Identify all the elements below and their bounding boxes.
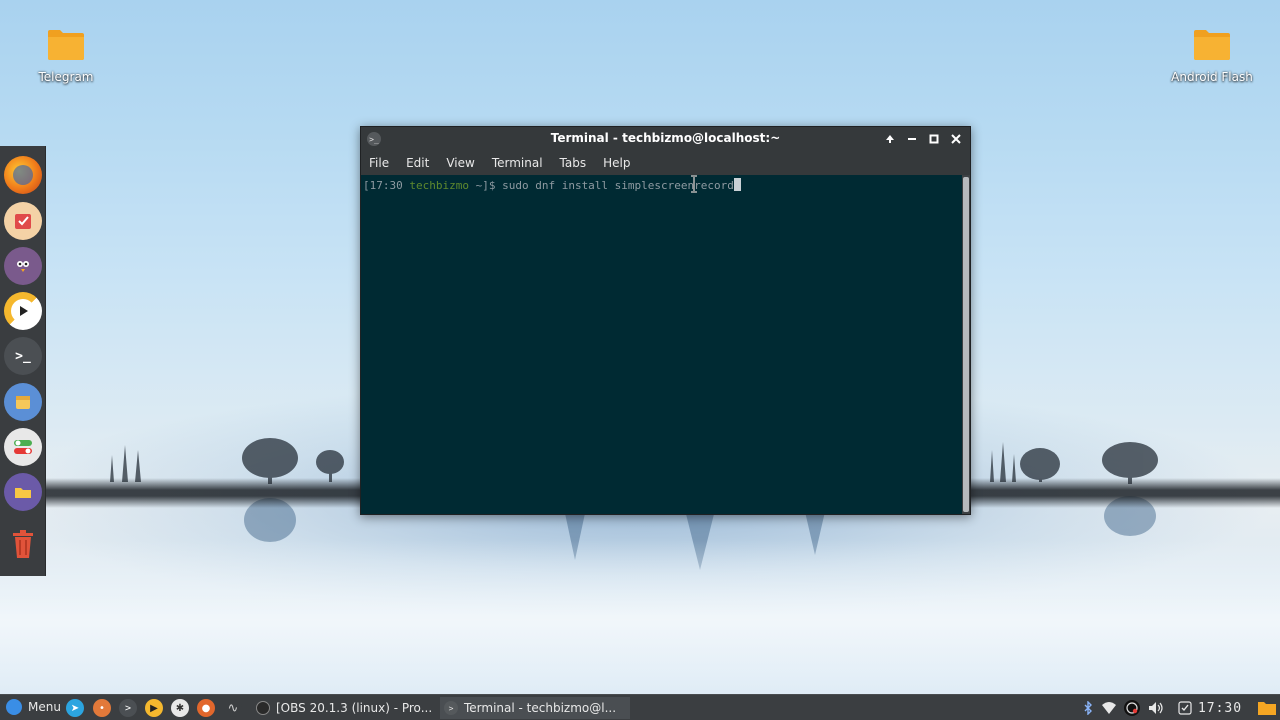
desktop-icon-android-flash[interactable]: Android Flash xyxy=(1162,28,1262,84)
obs-tray-icon[interactable] xyxy=(1124,700,1140,716)
typed-command: sudo dnf install simplescreenrecord xyxy=(502,179,734,192)
show-desktop-folder-icon[interactable] xyxy=(1256,700,1278,716)
prompt-user: techbizmo xyxy=(409,179,469,192)
desktop-icon-label: Telegram xyxy=(38,70,94,84)
terminal-output[interactable]: [17:30 techbizmo ~]$ sudo dnf install si… xyxy=(361,175,964,514)
volume-icon[interactable] xyxy=(1148,700,1164,716)
window-title: Terminal - techbizmo@localhost:~ xyxy=(550,131,781,145)
package-icon xyxy=(16,396,30,409)
updates-check-icon[interactable] xyxy=(1177,700,1193,716)
folder-icon xyxy=(48,30,84,60)
application-dock: >_ xyxy=(0,146,46,576)
task-label: [OBS 20.1.3 (linux) - Pro... xyxy=(276,701,433,715)
pidgin-launcher-icon[interactable]: • xyxy=(93,699,111,717)
close-icon[interactable] xyxy=(947,130,965,148)
menu-edit[interactable]: Edit xyxy=(406,156,429,170)
prompt-time: [17:30 xyxy=(363,179,410,192)
terminal-task-icon: > xyxy=(444,701,458,715)
menu-tabs[interactable]: Tabs xyxy=(560,156,587,170)
settings-toggle-icon xyxy=(14,440,32,454)
firefox-icon xyxy=(13,165,33,185)
wifi-icon[interactable] xyxy=(1101,700,1117,716)
dock-item-tasks[interactable] xyxy=(4,202,42,240)
firefox-launcher-icon[interactable]: ● xyxy=(197,699,215,717)
dock-item-trash[interactable] xyxy=(4,525,42,563)
dock-item-pidgin[interactable] xyxy=(4,247,42,285)
minimize-icon[interactable] xyxy=(903,130,921,148)
telegram-launcher-icon[interactable]: ➤ xyxy=(66,699,84,717)
menu-file[interactable]: File xyxy=(369,156,389,170)
file-manager-icon xyxy=(15,488,31,498)
prompt-path: ~]$ xyxy=(468,179,503,192)
prompt-line: [17:30 techbizmo ~]$ sudo dnf install si… xyxy=(363,178,962,192)
menu-help[interactable]: Help xyxy=(603,156,630,170)
trash-icon xyxy=(13,530,33,558)
ibeam-cursor-icon xyxy=(691,175,697,193)
pidgin-icon xyxy=(17,261,29,272)
desktop-icon-telegram[interactable]: Telegram xyxy=(16,28,116,84)
dock-item-firefox[interactable] xyxy=(4,156,42,194)
dock-item-settings[interactable] xyxy=(4,428,42,466)
menu-view[interactable]: View xyxy=(446,156,474,170)
terminal-launcher-icon[interactable]: > xyxy=(119,699,137,717)
menu-terminal[interactable]: Terminal xyxy=(492,156,543,170)
terminal-scrollbar[interactable] xyxy=(962,175,970,514)
folder-icon xyxy=(1194,30,1230,60)
dock-item-package[interactable] xyxy=(4,383,42,421)
menu-logo-icon xyxy=(6,699,22,715)
task-obs[interactable]: [OBS 20.1.3 (linux) - Pro... xyxy=(252,697,438,719)
maximize-icon[interactable] xyxy=(925,130,943,148)
dock-item-file-manager[interactable] xyxy=(4,473,42,511)
task-label: Terminal - techbizmo@l... xyxy=(464,701,617,715)
terminal-icon: >_ xyxy=(15,348,31,364)
graph-launcher-icon[interactable]: ∿ xyxy=(224,699,242,717)
start-menu-label: Menu xyxy=(28,700,61,714)
window-menubar: File Edit View Terminal Tabs Help xyxy=(361,151,970,175)
settings-launcher-icon[interactable]: ✱ xyxy=(171,699,189,717)
terminal-window: >_ Terminal - techbizmo@localhost:~ File… xyxy=(360,126,971,515)
taskbar: Menu ➤ • > ▶ ✱ ● ∿ [OBS 20.1.3 (linux) -… xyxy=(0,694,1280,720)
text-cursor xyxy=(733,178,741,191)
window-titlebar[interactable]: >_ Terminal - techbizmo@localhost:~ xyxy=(361,127,970,151)
obs-icon xyxy=(256,701,270,715)
dock-item-terminal[interactable]: >_ xyxy=(4,337,42,375)
task-terminal[interactable]: > Terminal - techbizmo@l... xyxy=(440,697,630,719)
background-fog xyxy=(0,540,1280,700)
start-menu-button[interactable]: Menu xyxy=(6,699,61,715)
keep-above-icon[interactable] xyxy=(881,130,899,148)
taskbar-clock[interactable]: 17:30 xyxy=(1198,698,1241,718)
scrollbar-thumb[interactable] xyxy=(963,177,969,512)
media-player-icon xyxy=(11,299,35,323)
task-checklist-icon xyxy=(15,214,31,229)
dock-item-media-player[interactable] xyxy=(4,292,42,330)
bluetooth-icon[interactable] xyxy=(1080,700,1096,716)
media-launcher-icon[interactable]: ▶ xyxy=(145,699,163,717)
desktop-icon-label: Android Flash xyxy=(1171,70,1253,84)
